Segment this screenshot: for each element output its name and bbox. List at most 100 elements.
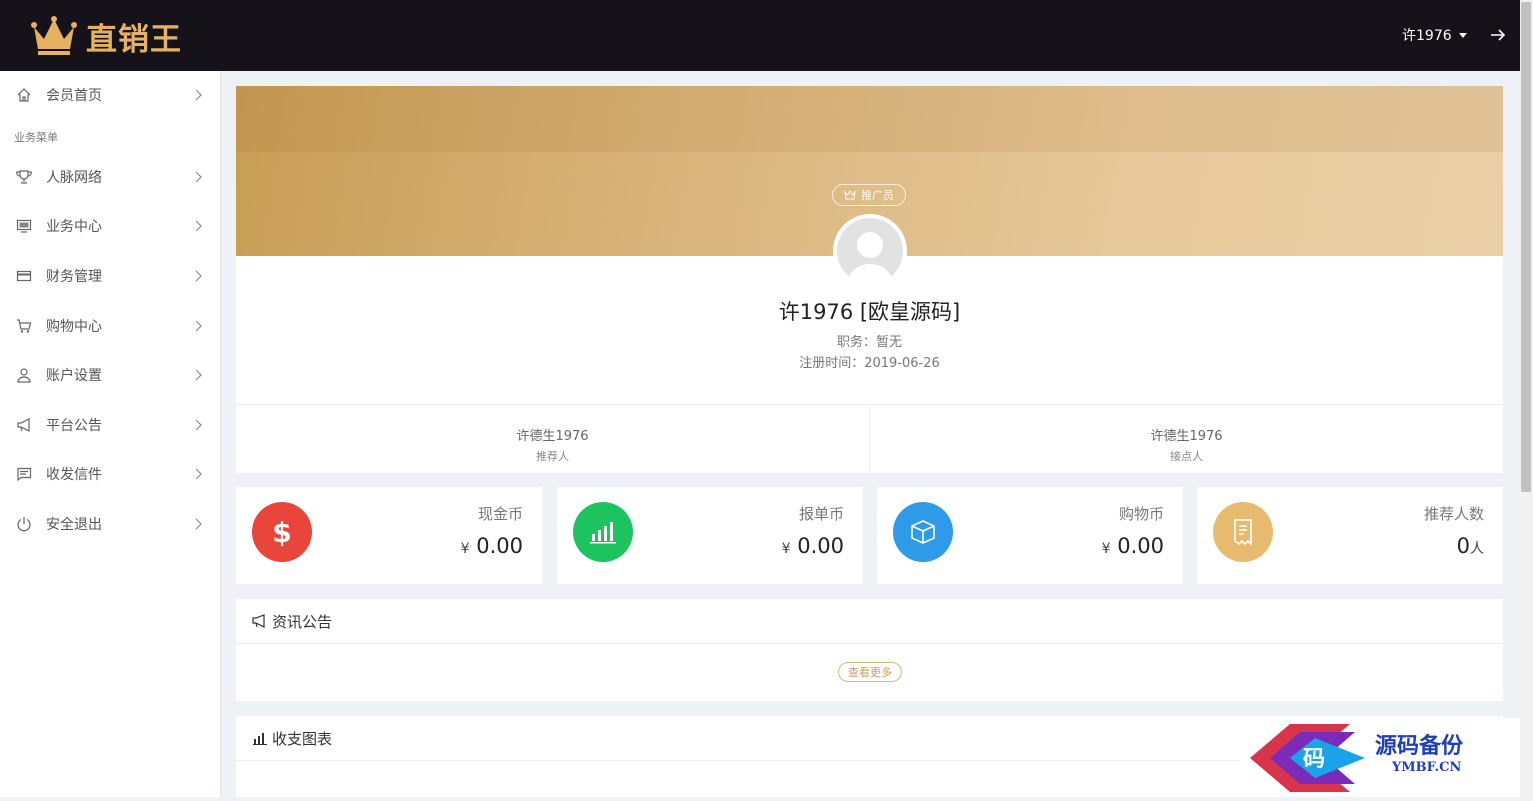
profile-position: 职务：暂无 <box>836 335 902 350</box>
user-icon <box>17 368 31 383</box>
user-menu[interactable]: 许1976 <box>1402 25 1467 45</box>
chevron-right-icon <box>195 518 202 530</box>
username-label: 许1976 <box>1402 28 1452 44</box>
banner-shade <box>236 86 1503 152</box>
sidebar-item-messages[interactable]: 收发信件 <box>0 454 221 494</box>
stat-card-cash[interactable]: $ 现金币 ¥ 0.00 <box>236 487 542 584</box>
stat-card-referrals[interactable]: 推荐人数 0人 <box>1197 487 1503 584</box>
sidebar-item-label: 会员首页 <box>46 88 102 104</box>
receipt-icon <box>1234 519 1252 546</box>
stat-title: 报单币 <box>798 505 844 523</box>
chevron-right-icon <box>195 89 202 101</box>
sidebar-item-logout[interactable]: 安全退出 <box>0 504 221 544</box>
stat-value: ¥ 0.00 <box>782 534 844 558</box>
sidebar-item-label: 购物中心 <box>46 319 102 335</box>
currency-symbol: ¥ <box>781 541 791 557</box>
watermark-logo-char: 码 <box>1303 746 1325 772</box>
stat-amount: 0.00 <box>797 534 844 558</box>
watermark-sub: YMBF.CN <box>1392 760 1462 775</box>
news-card: 资讯公告 查看更多 <box>236 599 1503 701</box>
profile-card: 推广员 许1976 [欧皇源码] 职务：暂无 注册时间：2019-06-26 <box>236 86 1503 404</box>
sidebar-item-label: 平台公告 <box>46 418 102 434</box>
currency-symbol: ¥ <box>1101 541 1111 557</box>
watermark-logo: 码 <box>1250 724 1365 792</box>
stat-circle: $ <box>252 502 312 562</box>
monitor-icon <box>16 219 32 233</box>
sidebar-item-label: 安全退出 <box>46 517 102 533</box>
sidebar-item-announcements[interactable]: 平台公告 <box>0 405 221 445</box>
sidebar-item-label: 收发信件 <box>46 467 102 483</box>
stat-circle <box>893 502 953 562</box>
referrer-role: 推荐人 <box>536 450 569 463</box>
stat-card-shopping[interactable]: 购物币 ¥ 0.00 <box>877 487 1183 584</box>
role-badge-label: 推广员 <box>861 189 894 202</box>
box-icon <box>911 520 935 544</box>
referrer-name: 许德生1976 <box>516 429 589 444</box>
bar-chart-icon <box>590 522 616 544</box>
currency-symbol: ¥ <box>460 541 470 557</box>
sidebar-item-account[interactable]: 账户设置 <box>0 355 221 395</box>
watermark: 码 源码备份 YMBF.CN <box>1240 718 1520 797</box>
avatar[interactable] <box>833 214 907 288</box>
chart-title: 收支图表 <box>272 729 333 748</box>
megaphone-icon <box>252 614 265 628</box>
chevron-right-icon <box>195 171 202 183</box>
message-icon <box>17 467 32 482</box>
brand-logo[interactable]: 直销王 <box>30 14 182 58</box>
cart-icon <box>17 319 32 333</box>
placement-role: 接点人 <box>1170 450 1203 463</box>
top-bar: 直销王 许1976 <box>0 0 1520 71</box>
profile-registered: 注册时间：2019-06-26 <box>799 356 940 371</box>
stat-circle <box>1213 502 1273 562</box>
chevron-right-icon <box>195 468 202 480</box>
stat-amount: 0.00 <box>1117 534 1164 558</box>
stat-amount: 0 <box>1456 534 1470 558</box>
stat-amount: 0.00 <box>476 534 523 558</box>
power-icon <box>17 517 31 532</box>
stat-circle <box>573 502 633 562</box>
sidebar-item-label: 人脉网络 <box>46 170 102 186</box>
watermark-text: 源码备份 <box>1375 733 1464 759</box>
scrollbar-thumb[interactable] <box>1521 2 1531 492</box>
view-more-button[interactable]: 查看更多 <box>838 662 902 682</box>
sidebar-item-home[interactable]: 会员首页 <box>0 75 221 115</box>
role-badge: 推广员 <box>832 184 906 206</box>
referrer-block: 许德生1976 推荐人 <box>236 405 869 474</box>
chevron-right-icon <box>195 220 202 232</box>
stat-title: 推荐人数 <box>1423 505 1484 523</box>
placement-name: 许德生1976 <box>1150 429 1223 444</box>
sidebar-item-label: 财务管理 <box>46 269 102 285</box>
dollar-icon: $ <box>272 515 292 549</box>
crown-icon <box>31 16 77 55</box>
caret-down-icon <box>1458 32 1467 38</box>
stat-value: ¥ 0.00 <box>1102 534 1164 558</box>
card-icon <box>16 270 32 282</box>
news-card-header: 资讯公告 <box>236 599 1503 644</box>
chevron-right-icon <box>195 320 202 332</box>
stat-title: 购物币 <box>1118 505 1164 523</box>
home-icon <box>17 88 31 102</box>
chevron-right-icon <box>195 369 202 381</box>
brand-name: 直销王 <box>86 21 182 58</box>
megaphone-icon <box>17 418 30 432</box>
arrow-right-icon[interactable] <box>1488 25 1508 45</box>
unit-label: 人 <box>1470 541 1484 557</box>
sidebar-item-business[interactable]: 业务中心 <box>0 206 221 246</box>
sidebar-item-finance[interactable]: 财务管理 <box>0 256 221 296</box>
stat-card-order[interactable]: 报单币 ¥ 0.00 <box>557 487 863 584</box>
stat-value: ¥ 0.00 <box>461 534 523 558</box>
placement-block: 许德生1976 接点人 <box>870 405 1503 474</box>
default-avatar-icon <box>847 232 893 284</box>
trophy-icon <box>16 170 32 184</box>
stat-title: 现金币 <box>477 505 523 523</box>
relations-card: 许德生1976 推荐人 许德生1976 接点人 <box>236 404 1503 474</box>
profile-name: 许1976 [欧皇源码] <box>778 300 961 324</box>
sidebar: 会员首页 业务菜单 人脉网络 业务中心 财务管理 购物中心 账户设置 平台公告 … <box>0 71 221 797</box>
sidebar-item-network[interactable]: 人脉网络 <box>0 157 221 197</box>
sidebar-item-label: 业务中心 <box>46 219 102 235</box>
bar-chart-icon <box>253 733 267 745</box>
sidebar-item-label: 账户设置 <box>46 368 102 384</box>
crown-icon <box>844 190 856 200</box>
news-title: 资讯公告 <box>272 612 333 631</box>
sidebar-item-shopping[interactable]: 购物中心 <box>0 306 221 346</box>
